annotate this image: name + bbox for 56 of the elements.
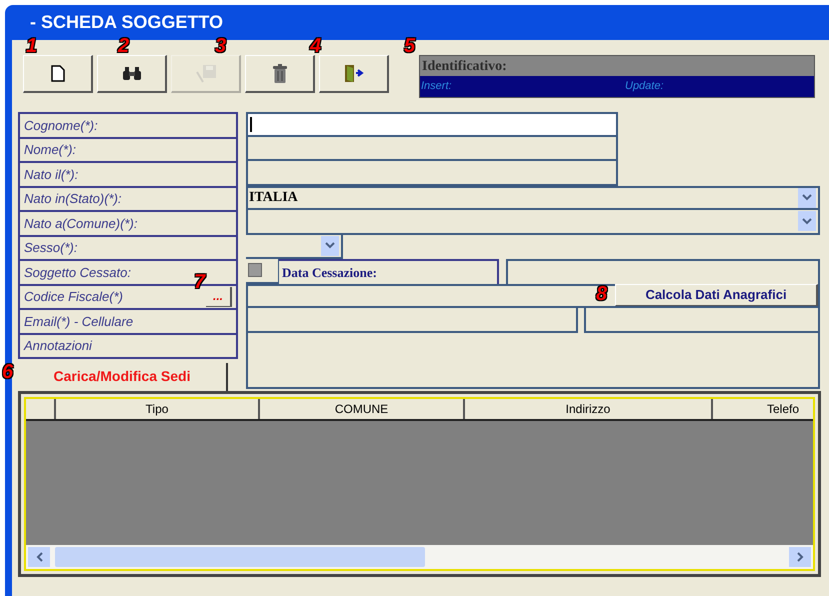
column-header: Tipo — [56, 398, 260, 418]
field-label: Nato in(Stato)(*): — [18, 188, 238, 212]
dropdown-button[interactable] — [798, 188, 816, 208]
annotation-number: 4 — [310, 36, 322, 56]
city-dropdown[interactable] — [246, 210, 820, 234]
notes-field[interactable] — [246, 332, 820, 388]
window-title: - SCHEDA SOGGETTO — [30, 11, 224, 34]
date-label: Data Cessazione: — [279, 259, 499, 284]
field-label: Annotazioni — [18, 334, 238, 359]
chevron-right-icon — [796, 552, 804, 562]
scroll-thumb[interactable] — [55, 546, 425, 566]
annotation-number: 3 — [215, 36, 226, 56]
checkbox[interactable] — [248, 263, 262, 278]
field-label: Email(*) - Cellulare — [18, 310, 238, 334]
exit-button[interactable] — [319, 55, 389, 93]
chevron-down-icon — [802, 194, 812, 202]
column-header: COMUNE — [260, 398, 465, 418]
country-dropdown[interactable]: ITALIA — [246, 186, 820, 210]
email-field[interactable] — [246, 308, 578, 332]
name-field[interactable] — [246, 136, 618, 161]
calculate-button[interactable]: Calcola Dati Anagrafici — [615, 284, 818, 306]
door-exit-icon — [344, 64, 364, 83]
identifier-label: Identificativo: — [422, 58, 507, 76]
search-button[interactable] — [97, 55, 167, 93]
insert-label: Insert: — [420, 79, 453, 94]
disk-with-pen-icon — [194, 64, 216, 84]
chevron-down-icon — [802, 218, 812, 225]
field-label: Nato a(Comune)(*): — [18, 212, 238, 236]
mobile-field[interactable] — [584, 308, 820, 332]
horizontal-scrollbar[interactable] — [26, 544, 813, 568]
column-header: Telefo — [713, 398, 813, 418]
chevron-down-icon — [325, 242, 335, 250]
sex-dropdown[interactable] — [246, 234, 343, 259]
field-label: Cognome(*): — [18, 114, 238, 138]
annotation-number: 8 — [596, 284, 608, 304]
field-label: Sesso(*): — [18, 236, 238, 261]
annotation-number: 1 — [26, 36, 38, 56]
field-label: Nome(*): — [18, 138, 238, 163]
birth-date-field[interactable] — [246, 161, 618, 186]
chevron-left-icon — [36, 552, 42, 562]
trash-can-icon — [272, 64, 286, 83]
dropdown-button[interactable] — [321, 236, 339, 256]
column-header: Indirizzo — [465, 398, 713, 418]
field-label: Nato il(*): — [18, 163, 238, 188]
lookup-button[interactable]: ... — [206, 286, 232, 307]
dropdown-button[interactable] — [798, 211, 816, 232]
update-label: Update: — [625, 79, 664, 94]
binoculars-icon — [122, 66, 142, 81]
new-button[interactable] — [23, 55, 93, 93]
surname-field[interactable] — [246, 112, 618, 136]
scroll-left-button[interactable] — [28, 546, 50, 566]
scroll-right-button[interactable] — [789, 546, 811, 566]
blank-page-icon — [50, 65, 64, 82]
annotation-number: 2 — [118, 36, 130, 56]
annotation-number: 5 — [404, 36, 416, 56]
delete-button[interactable] — [245, 55, 315, 93]
